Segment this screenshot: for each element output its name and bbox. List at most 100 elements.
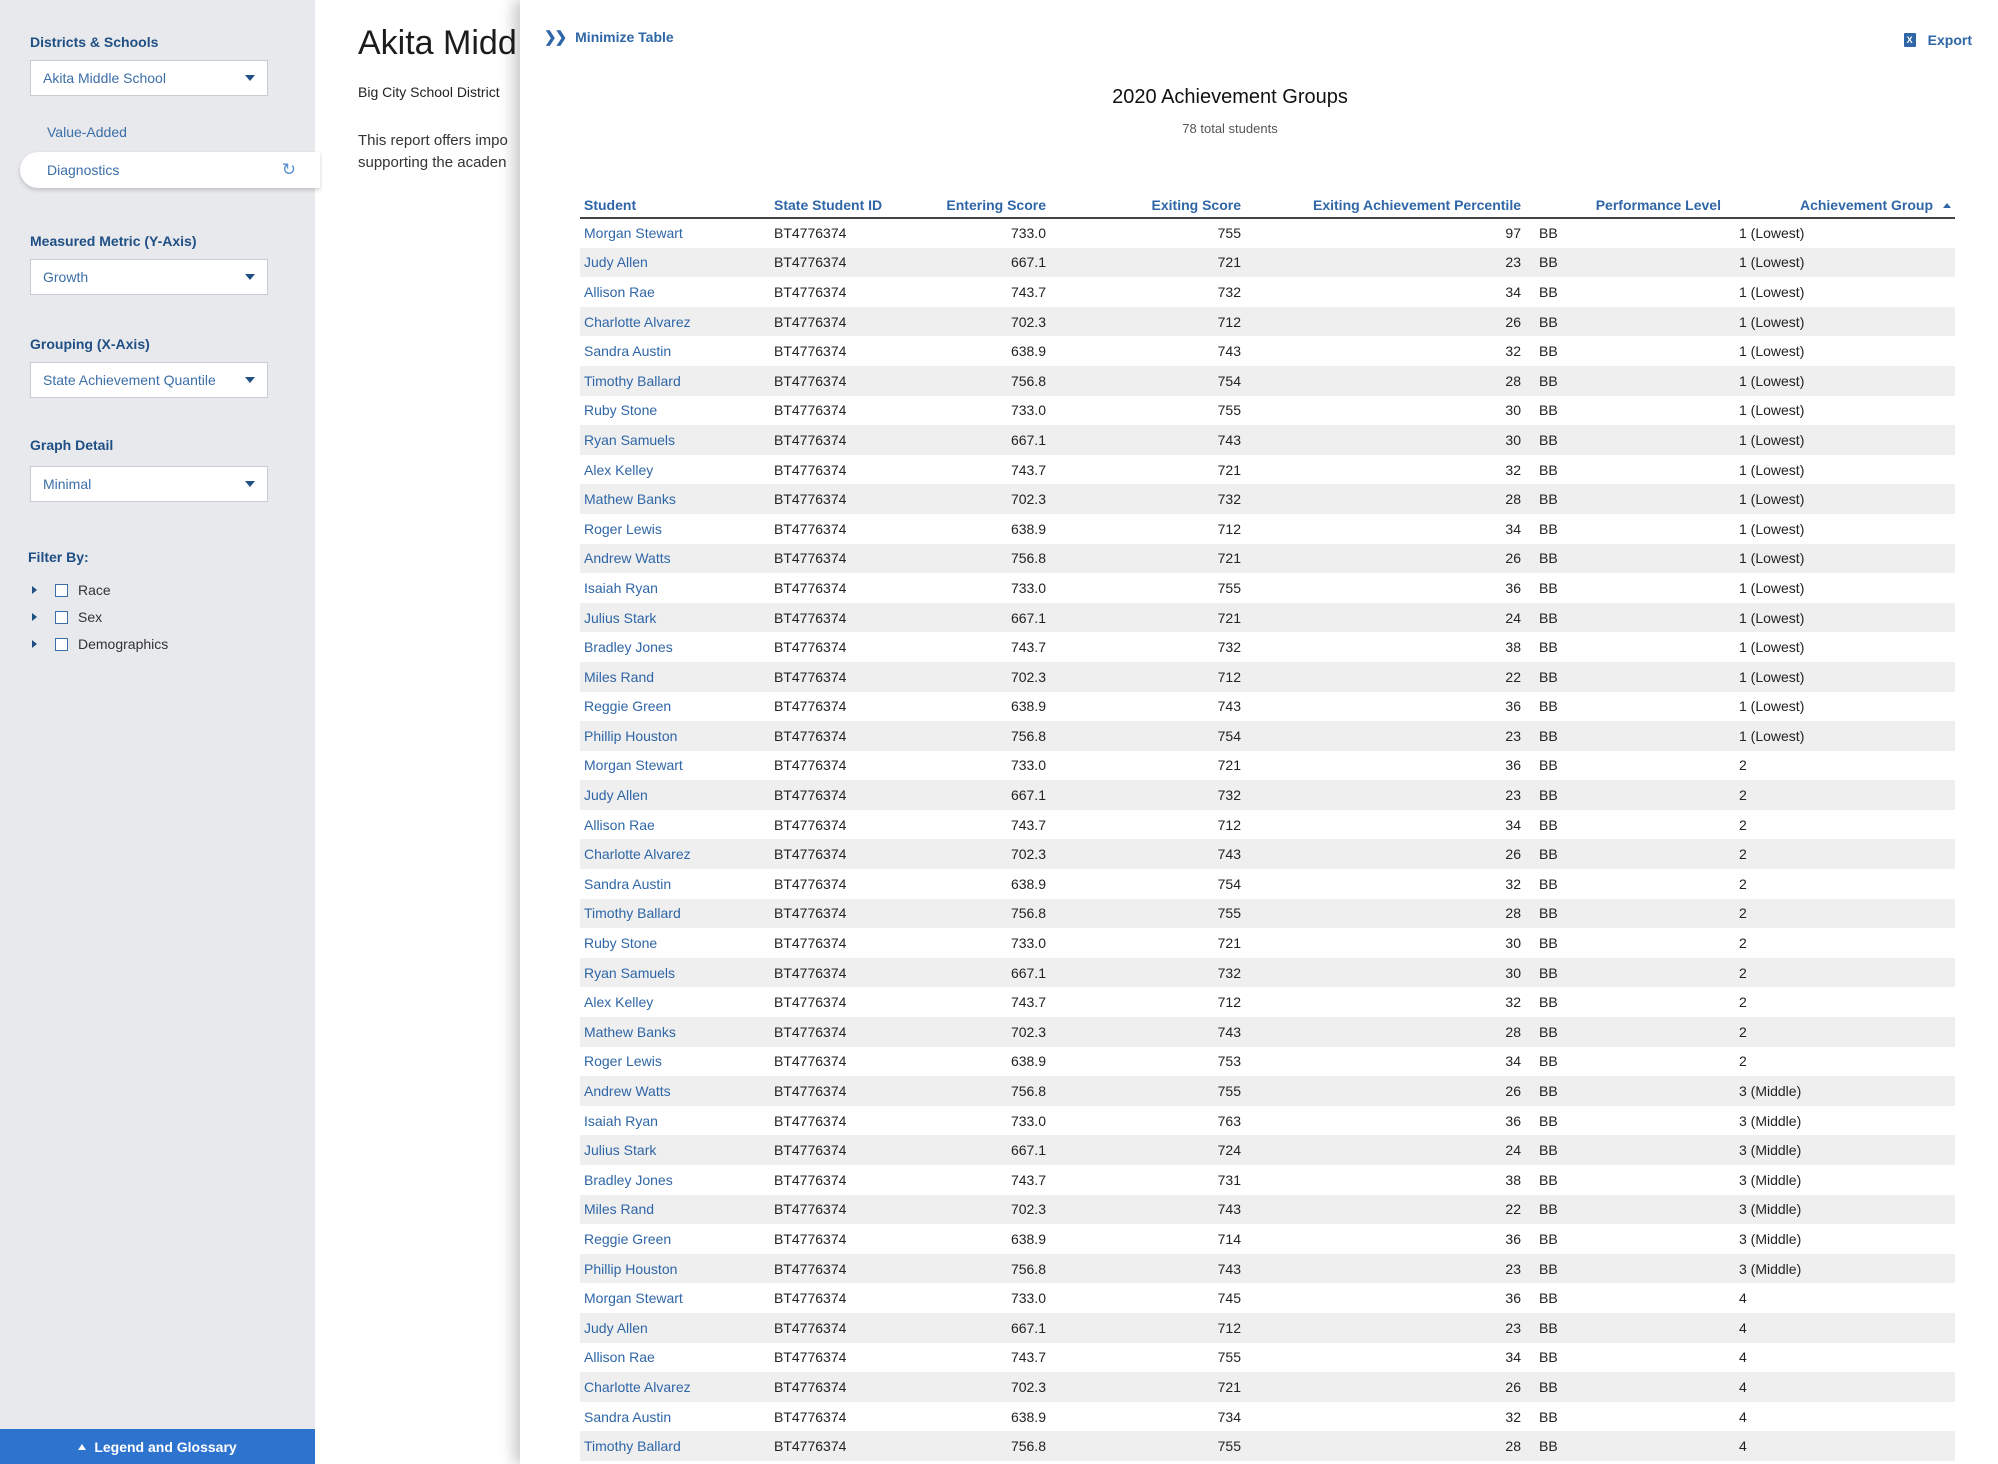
column-header-exiting-achievement-percentile[interactable]: Exiting Achievement Percentile bbox=[1245, 192, 1525, 219]
state-id-cell: BT4776374 bbox=[774, 1053, 847, 1070]
student-name-cell[interactable]: Mathew Banks bbox=[580, 1017, 770, 1047]
table-row: Sandra Austin BT4776374 638.9 743 32 BB 1 (Low… bbox=[580, 336, 1955, 366]
demographics-checkbox[interactable] bbox=[55, 637, 68, 651]
student-name-cell[interactable]: Isaiah Ryan bbox=[580, 1106, 770, 1136]
student-name-cell[interactable]: Timothy Ballard bbox=[580, 1431, 770, 1461]
student-name-cell[interactable]: Phillip Houston bbox=[580, 721, 770, 751]
expand-arrow-icon[interactable] bbox=[32, 613, 37, 621]
achievement-group-cell: 1 (Lowest) bbox=[1739, 283, 1805, 300]
column-header-achievement-group[interactable]: Achievement Group bbox=[1725, 192, 1955, 219]
minimize-table-button[interactable]: ❯❯ Minimize Table bbox=[544, 28, 674, 46]
student-name-cell[interactable]: Judy Allen bbox=[580, 780, 770, 810]
achievement-group-cell: 4 bbox=[1739, 1408, 1747, 1425]
student-name-cell[interactable]: Ryan Samuels bbox=[580, 958, 770, 988]
entering-score-cell: 743.7 bbox=[1010, 283, 1046, 300]
filter-sex[interactable]: Sex bbox=[32, 609, 102, 625]
student-name-cell[interactable]: Julius Stark bbox=[580, 603, 770, 633]
student-name-cell[interactable]: Morgan Stewart bbox=[580, 1283, 770, 1313]
student-name-cell[interactable]: Bradley Jones bbox=[580, 632, 770, 662]
student-name-cell[interactable]: Morgan Stewart bbox=[580, 751, 770, 781]
student-name-cell[interactable]: Phillip Houston bbox=[580, 1254, 770, 1284]
column-header-exiting-score[interactable]: Exiting Score bbox=[1050, 192, 1245, 219]
student-name-cell[interactable]: Roger Lewis bbox=[580, 514, 770, 544]
student-name-cell[interactable]: Alex Kelley bbox=[580, 987, 770, 1017]
chevron-up-icon bbox=[78, 1443, 87, 1450]
exiting-score-cell: 731 bbox=[1217, 1171, 1241, 1188]
student-name-cell[interactable]: Timothy Ballard bbox=[580, 366, 770, 396]
student-name-cell[interactable]: Reggie Green bbox=[580, 1224, 770, 1254]
graph-detail-select[interactable]: Minimal bbox=[30, 466, 268, 502]
student-name-cell[interactable]: Charlotte Alvarez bbox=[580, 307, 770, 337]
performance-level-cell: BB bbox=[1539, 1408, 1558, 1425]
grouping-select[interactable]: State Achievement Quantile bbox=[30, 362, 268, 398]
performance-level-cell: BB bbox=[1539, 402, 1558, 419]
state-id-cell: BT4776374 bbox=[774, 935, 847, 952]
student-name-cell[interactable]: Allison Rae bbox=[580, 1343, 770, 1373]
student-name-cell[interactable]: Alex Kelley bbox=[580, 455, 770, 485]
column-header-entering-score[interactable]: Entering Score bbox=[930, 192, 1050, 219]
student-name-cell[interactable]: Andrew Watts bbox=[580, 1076, 770, 1106]
student-name-cell[interactable]: Julius Stark bbox=[580, 1135, 770, 1165]
state-id-cell: BT4776374 bbox=[774, 579, 847, 596]
state-id-cell: BT4776374 bbox=[774, 1438, 847, 1455]
exiting-score-cell: 755 bbox=[1217, 402, 1241, 419]
nav-diagnostics[interactable]: Diagnostics ↻ bbox=[20, 152, 320, 188]
exiting-score-cell: 743 bbox=[1217, 1023, 1241, 1040]
sort-ascending-icon bbox=[1943, 203, 1951, 209]
student-name-cell[interactable]: Mathew Banks bbox=[580, 484, 770, 514]
performance-level-cell: BB bbox=[1539, 816, 1558, 833]
state-id-cell: BT4776374 bbox=[774, 343, 847, 360]
student-name-cell[interactable]: Allison Rae bbox=[580, 277, 770, 307]
column-header-student[interactable]: Student bbox=[580, 192, 770, 219]
student-name-cell[interactable]: Isaiah Ryan bbox=[580, 573, 770, 603]
filter-demographics[interactable]: Demographics bbox=[32, 636, 168, 652]
table-row: Bradley Jones BT4776374 743.7 731 38 BB 3 (Mid… bbox=[580, 1165, 1955, 1195]
achievement-group-cell: 4 bbox=[1739, 1290, 1747, 1307]
school-select[interactable]: Akita Middle School bbox=[30, 60, 268, 96]
performance-level-cell: BB bbox=[1539, 846, 1558, 863]
percentile-cell: 38 bbox=[1505, 1171, 1521, 1188]
exiting-score-cell: 754 bbox=[1217, 875, 1241, 892]
sex-checkbox[interactable] bbox=[55, 610, 68, 624]
student-name-cell[interactable]: Sandra Austin bbox=[580, 1402, 770, 1432]
achievement-group-cell: 3 (Middle) bbox=[1739, 1171, 1802, 1188]
percentile-cell: 23 bbox=[1505, 727, 1521, 744]
metric-select[interactable]: Growth bbox=[30, 259, 268, 295]
student-name-cell[interactable]: Bradley Jones bbox=[580, 1165, 770, 1195]
column-header-performance-level[interactable]: Performance Level bbox=[1525, 192, 1725, 219]
student-name-cell[interactable]: Miles Rand bbox=[580, 1195, 770, 1225]
student-name-cell[interactable]: Ruby Stone bbox=[580, 396, 770, 426]
refresh-icon[interactable]: ↻ bbox=[282, 160, 296, 180]
student-name-cell[interactable]: Judy Allen bbox=[580, 1313, 770, 1343]
achievement-group-cell: 3 (Middle) bbox=[1739, 1201, 1802, 1218]
student-name-cell[interactable]: Ruby Stone bbox=[580, 928, 770, 958]
performance-level-cell: BB bbox=[1539, 461, 1558, 478]
legend-glossary-button[interactable]: Legend and Glossary bbox=[0, 1429, 315, 1464]
student-name-cell[interactable]: Sandra Austin bbox=[580, 869, 770, 899]
student-name-cell[interactable]: Sandra Austin bbox=[580, 336, 770, 366]
student-name-cell[interactable]: Allison Rae bbox=[580, 810, 770, 840]
student-name-cell[interactable]: Miles Rand bbox=[580, 662, 770, 692]
student-name-cell[interactable]: Timothy Ballard bbox=[580, 899, 770, 929]
filter-race[interactable]: Race bbox=[32, 582, 111, 598]
race-checkbox[interactable] bbox=[55, 583, 68, 597]
column-header-state-student-id[interactable]: State Student ID bbox=[770, 192, 930, 219]
student-name-cell[interactable]: Judy Allen bbox=[580, 248, 770, 278]
student-name-cell[interactable]: Roger Lewis bbox=[580, 1047, 770, 1077]
student-name-cell[interactable]: Morgan Stewart bbox=[580, 218, 770, 248]
state-id-cell: BT4776374 bbox=[774, 787, 847, 804]
student-name-cell[interactable]: Charlotte Alvarez bbox=[580, 1372, 770, 1402]
student-name-cell[interactable]: Reggie Green bbox=[580, 692, 770, 722]
double-chevron-right-icon: ❯❯ bbox=[544, 29, 567, 46]
districts-schools-label: Districts & Schools bbox=[30, 34, 159, 50]
achievement-group-cell: 1 (Lowest) bbox=[1739, 639, 1805, 656]
student-name-cell[interactable]: Andrew Watts bbox=[580, 544, 770, 574]
exiting-score-cell: 755 bbox=[1217, 1438, 1241, 1455]
table-row: Timothy Ballard BT4776374 756.8 755 28 BB 2 bbox=[580, 898, 1955, 929]
export-button[interactable]: X Export bbox=[1903, 32, 1972, 48]
student-name-cell[interactable]: Charlotte Alvarez bbox=[580, 839, 770, 869]
nav-value-added[interactable]: Value-Added bbox=[47, 124, 127, 140]
expand-arrow-icon[interactable] bbox=[32, 640, 37, 648]
student-name-cell[interactable]: Ryan Samuels bbox=[580, 425, 770, 455]
expand-arrow-icon[interactable] bbox=[32, 586, 37, 594]
